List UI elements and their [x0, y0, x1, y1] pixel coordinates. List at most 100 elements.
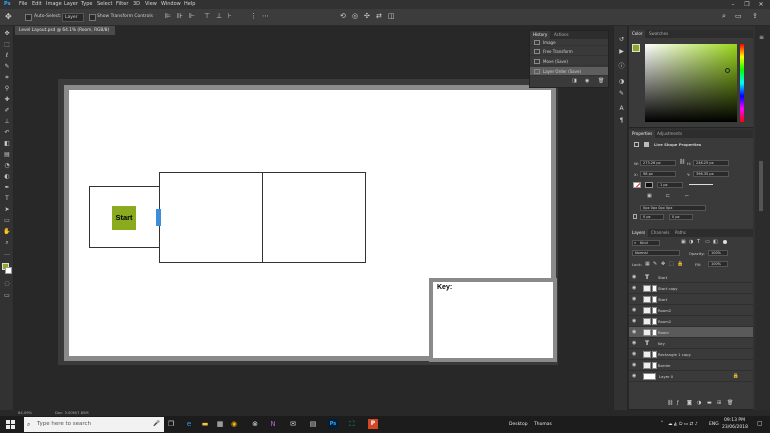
document-tab[interactable]: Level Layout.psd @ 64.1% (Room, RGB/8): [15, 26, 115, 35]
taskbar-search-box[interactable]: ⌕ Type here to search 🎤: [24, 417, 164, 432]
x-field[interactable]: 98 px: [640, 171, 676, 177]
distribute-h-icon[interactable]: ⋯: [262, 12, 269, 20]
tab-swatches[interactable]: Swatches: [649, 30, 668, 38]
visibility-eye-icon[interactable]: ◉: [632, 272, 636, 283]
align-center-icon[interactable]: ⊪: [177, 12, 183, 20]
visibility-eye-icon[interactable]: ◉: [632, 327, 636, 338]
quick-select-tool-icon[interactable]: ✎: [3, 63, 11, 70]
menu-window[interactable]: Window: [161, 0, 181, 9]
layer-row[interactable]: ◉ T Key: [629, 338, 753, 349]
hue-slider[interactable]: [740, 44, 744, 122]
filter-shape-icon[interactable]: ▭: [705, 239, 710, 245]
minimize-icon[interactable]: –: [726, 0, 740, 9]
lock-artboard-icon[interactable]: ⬚: [669, 261, 674, 267]
healing-tool-icon[interactable]: ✚: [3, 96, 11, 103]
visibility-eye-icon[interactable]: ◉: [632, 349, 636, 360]
visibility-eye-icon[interactable]: ◉: [632, 371, 636, 382]
color-fg-swatch[interactable]: [632, 44, 640, 52]
notifications-icon[interactable]: ▢: [757, 420, 763, 427]
stamp-tool-icon[interactable]: ⊥: [3, 118, 11, 125]
tab-layers[interactable]: Layers: [629, 229, 649, 237]
align-left-icon[interactable]: ⊫: [165, 12, 171, 20]
tab-channels[interactable]: Channels: [651, 229, 670, 237]
tray-chevron-icon[interactable]: ⌃: [660, 421, 664, 426]
tab-paths[interactable]: Paths: [675, 229, 686, 237]
layer-row[interactable]: ◉ Start copy: [629, 283, 753, 294]
layer-row[interactable]: ◉ Layer 0 🔒: [629, 371, 753, 382]
marquee-tool-icon[interactable]: ⬚: [3, 41, 11, 48]
fill-field[interactable]: 100%: [708, 261, 728, 267]
height-field[interactable]: 246.25 px: [693, 160, 729, 166]
layer-row[interactable]: ◉ T Start: [629, 272, 753, 283]
show-transform-checkbox[interactable]: [89, 14, 96, 21]
dodge-tool-icon[interactable]: ◐: [3, 173, 11, 180]
filter-smart-icon[interactable]: ◧: [713, 239, 718, 245]
corner-link-icon[interactable]: [633, 214, 637, 219]
radius-a-field[interactable]: 0 px: [640, 214, 664, 220]
blend-mode-dropdown[interactable]: Normal: [632, 250, 680, 256]
adjustment-layer-icon[interactable]: ◑: [697, 400, 701, 406]
move-tool-icon[interactable]: ✥: [3, 30, 11, 37]
menu-select[interactable]: Select: [97, 0, 112, 9]
user-label[interactable]: Thomas: [534, 422, 552, 427]
hand-tool-icon[interactable]: ✋: [3, 228, 11, 235]
pen-tool-icon[interactable]: ✒: [3, 184, 11, 191]
screen-mode-icon[interactable]: ▭: [3, 292, 11, 299]
microphone-icon[interactable]: 🎤: [153, 417, 160, 432]
paragraph-icon[interactable]: ¶: [617, 117, 626, 125]
store-icon[interactable]: ▦: [215, 419, 225, 429]
align-middle-icon[interactable]: ⊥: [216, 12, 222, 20]
restore-icon[interactable]: ❐: [740, 0, 754, 9]
3d-roll-icon[interactable]: ◎: [352, 12, 358, 20]
door-marker[interactable]: [156, 209, 161, 226]
crop-tool-icon[interactable]: ⌗: [3, 74, 11, 81]
actions-icon[interactable]: ▶: [617, 48, 626, 56]
menu-type[interactable]: Type: [81, 0, 92, 9]
language-indicator[interactable]: ENG: [709, 422, 719, 427]
visibility-eye-icon[interactable]: ◉: [632, 316, 636, 327]
character-icon[interactable]: A: [617, 105, 626, 113]
history-item[interactable]: Image: [530, 39, 608, 46]
3d-scale-icon[interactable]: ◫: [388, 12, 395, 20]
visibility-eye-icon[interactable]: ◉: [632, 338, 636, 349]
menu-edit[interactable]: Edit: [32, 0, 42, 9]
add-mask-icon[interactable]: ◙: [687, 400, 692, 406]
width-field[interactable]: 273.26 px: [640, 160, 676, 166]
history-item-selected[interactable]: Layer Order (Save): [530, 67, 608, 76]
layer-row[interactable]: ◉ Room2: [629, 305, 753, 316]
history-item[interactable]: Move (Save): [530, 57, 608, 66]
auto-select-checkbox[interactable]: [25, 14, 32, 21]
lock-all-icon[interactable]: 🔒: [677, 261, 683, 267]
history-icon[interactable]: ↺: [617, 36, 626, 44]
menu-help[interactable]: Help: [184, 0, 195, 9]
trash-icon[interactable]: 🗑: [598, 78, 604, 84]
tab-actions[interactable]: Actions: [554, 31, 569, 39]
link-icon[interactable]: ⛓: [679, 159, 685, 165]
powerpoint-icon[interactable]: P: [368, 419, 378, 429]
lasso-tool-icon[interactable]: ℓ: [3, 52, 11, 59]
history-item[interactable]: Free Transform: [530, 47, 608, 56]
camera-icon[interactable]: ◉: [585, 78, 589, 84]
opacity-field[interactable]: 100%: [708, 250, 728, 256]
visibility-eye-icon[interactable]: ◉: [632, 305, 636, 316]
layer-row[interactable]: ◉ Start: [629, 294, 753, 305]
app-logo[interactable]: Ps: [4, 0, 11, 9]
gradient-tool-icon[interactable]: ▤: [3, 151, 11, 158]
edge-browser-icon[interactable]: e: [184, 419, 194, 429]
path-select-tool-icon[interactable]: ➤: [3, 206, 11, 213]
tab-history[interactable]: History: [530, 31, 551, 39]
start-label[interactable]: Start: [112, 206, 136, 230]
auto-select-dropdown[interactable]: Layer: [62, 13, 84, 22]
xbox-icon[interactable]: ⊗: [250, 419, 260, 429]
filter-type-icon[interactable]: T: [697, 239, 700, 245]
background-swatch[interactable]: [5, 267, 12, 274]
adjust-icon[interactable]: ◑: [617, 78, 626, 86]
zoom-tool-icon[interactable]: ⌕: [3, 239, 11, 246]
eraser-tool-icon[interactable]: ◧: [3, 140, 11, 147]
eyedropper-tool-icon[interactable]: ⚲: [3, 85, 11, 92]
lock-paint-icon[interactable]: ✎: [653, 261, 657, 267]
stroke-type-dropdown[interactable]: [689, 184, 713, 185]
layer-row-selected[interactable]: ◉ Room: [629, 327, 753, 338]
file-explorer-icon[interactable]: ▬: [200, 419, 210, 429]
workspace-icon[interactable]: ▭: [735, 12, 742, 20]
